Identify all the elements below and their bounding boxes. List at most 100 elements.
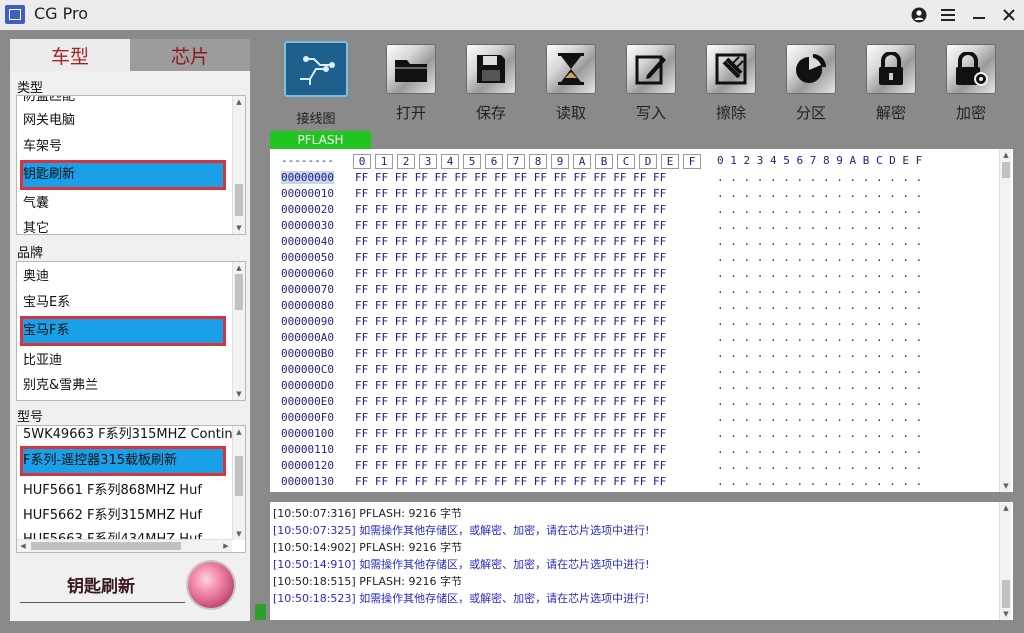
hex-ascii[interactable]: . . . . . . . . . . . . . . . . — [717, 171, 922, 184]
hex-ascii[interactable]: . . . . . . . . . . . . . . . . — [717, 203, 922, 216]
hex-ascii[interactable]: . . . . . . . . . . . . . . . . — [717, 235, 922, 248]
hex-bytes[interactable]: FF FF FF FF FF FF FF FF FF FF FF FF FF F… — [355, 331, 666, 344]
scroll-up-icon[interactable]: ▲ — [1000, 149, 1012, 161]
log-panel[interactable]: [10:50:07:316] PFLASH: 9216 字节 [10:50:07:… — [270, 502, 1013, 620]
hex-ascii[interactable]: . . . . . . . . . . . . . . . . — [717, 347, 922, 360]
tab-vehicle[interactable]: 车型 — [10, 39, 130, 71]
hex-column-header: 1 — [375, 154, 393, 169]
connection-status-icon — [255, 604, 266, 620]
hex-ascii[interactable]: . . . . . . . . . . . . . . . . — [717, 187, 922, 200]
hex-bytes[interactable]: FF FF FF FF FF FF FF FF FF FF FF FF FF F… — [355, 299, 666, 312]
hex-bytes[interactable]: FF FF FF FF FF FF FF FF FF FF FF FF FF F… — [355, 363, 666, 376]
model-hscrollbar[interactable]: ◀ ▶ — [17, 539, 232, 552]
hex-bytes[interactable]: FF FF FF FF FF FF FF FF FF FF FF FF FF F… — [355, 267, 666, 280]
hex-ascii[interactable]: . . . . . . . . . . . . . . . . — [717, 283, 922, 296]
scroll-thumb[interactable] — [31, 542, 181, 550]
list-item[interactable]: 车架号 — [20, 134, 226, 160]
hex-bytes[interactable]: FF FF FF FF FF FF FF FF FF FF FF FF FF F… — [355, 219, 666, 232]
encrypt-button[interactable]: 加密 — [941, 40, 1001, 130]
scroll-thumb[interactable] — [235, 184, 243, 216]
list-item[interactable]: HUF5661 F系列868MHZ Huf — [20, 478, 226, 504]
hex-bytes[interactable]: FF FF FF FF FF FF FF FF FF FF FF FF FF F… — [355, 283, 666, 296]
hex-ascii[interactable]: . . . . . . . . . . . . . . . . — [717, 411, 922, 424]
list-item[interactable]: 宝马E系 — [20, 290, 226, 316]
hex-ascii[interactable]: . . . . . . . . . . . . . . . . — [717, 459, 922, 472]
hex-ascii[interactable]: . . . . . . . . . . . . . . . . — [717, 379, 922, 392]
close-icon[interactable] — [998, 4, 1020, 26]
partition-button[interactable]: 分区 — [781, 40, 841, 130]
list-item-selected[interactable]: 钥匙刷新 — [20, 160, 226, 190]
menu-icon[interactable] — [937, 4, 959, 26]
hex-bytes[interactable]: FF FF FF FF FF FF FF FF FF FF FF FF FF F… — [355, 443, 666, 456]
hex-bytes[interactable]: FF FF FF FF FF FF FF FF FF FF FF FF FF F… — [355, 379, 666, 392]
hex-bytes[interactable]: FF FF FF FF FF FF FF FF FF FF FF FF FF F… — [355, 347, 666, 360]
hex-ascii[interactable]: . . . . . . . . . . . . . . . . — [717, 443, 922, 456]
scroll-thumb[interactable] — [1002, 162, 1010, 178]
run-button[interactable] — [188, 562, 234, 608]
hex-bytes[interactable]: FF FF FF FF FF FF FF FF FF FF FF FF FF F… — [355, 203, 666, 216]
scroll-down-icon[interactable]: ▼ — [233, 388, 245, 400]
list-item[interactable]: 网关电脑 — [20, 108, 226, 134]
read-button[interactable]: 读取 — [541, 40, 601, 130]
minimize-icon[interactable] — [968, 4, 990, 26]
scroll-thumb[interactable] — [235, 456, 243, 496]
hex-ascii[interactable]: . . . . . . . . . . . . . . . . — [717, 267, 922, 280]
hex-bytes[interactable]: FF FF FF FF FF FF FF FF FF FF FF FF FF F… — [355, 251, 666, 264]
hex-bytes[interactable]: FF FF FF FF FF FF FF FF FF FF FF FF FF F… — [355, 187, 666, 200]
scroll-down-icon[interactable]: ▼ — [1000, 608, 1012, 620]
open-button[interactable]: 打开 — [381, 40, 441, 130]
list-item[interactable]: 其它 — [20, 216, 226, 234]
hex-ascii[interactable]: . . . . . . . . . . . . . . . . — [717, 251, 922, 264]
scroll-thumb[interactable] — [235, 274, 243, 310]
scroll-right-icon[interactable]: ▶ — [220, 540, 232, 552]
hex-ascii[interactable]: . . . . . . . . . . . . . . . . — [717, 363, 922, 376]
scroll-left-icon[interactable]: ◀ — [17, 540, 29, 552]
scroll-up-icon[interactable]: ▲ — [233, 96, 245, 108]
scroll-up-icon[interactable]: ▲ — [233, 262, 245, 274]
hex-ascii[interactable]: . . . . . . . . . . . . . . . . — [717, 395, 922, 408]
decrypt-button[interactable]: 解密 — [861, 40, 921, 130]
brand-scrollbar[interactable]: ▲ ▼ — [232, 262, 245, 400]
hex-bytes[interactable]: FF FF FF FF FF FF FF FF FF FF FF FF FF F… — [355, 475, 666, 488]
user-icon[interactable] — [908, 4, 930, 26]
list-item[interactable]: 奥迪 — [20, 264, 226, 290]
hex-bytes[interactable]: FF FF FF FF FF FF FF FF FF FF FF FF FF F… — [355, 427, 666, 440]
type-scrollbar[interactable]: ▲ ▼ — [232, 96, 245, 234]
hex-bytes[interactable]: FF FF FF FF FF FF FF FF FF FF FF FF FF F… — [355, 411, 666, 424]
hex-bytes[interactable]: FF FF FF FF FF FF FF FF FF FF FF FF FF F… — [355, 235, 666, 248]
wiring-diagram-button[interactable]: 接线图 — [270, 40, 348, 130]
hex-ascii[interactable]: . . . . . . . . . . . . . . . . — [717, 475, 922, 488]
hex-bytes[interactable]: FF FF FF FF FF FF FF FF FF FF FF FF FF F… — [355, 459, 666, 472]
hex-ascii[interactable]: . . . . . . . . . . . . . . . . — [717, 299, 922, 312]
hex-ascii[interactable]: . . . . . . . . . . . . . . . . — [717, 315, 922, 328]
erase-button[interactable]: 擦除 — [701, 40, 761, 130]
scroll-up-icon[interactable]: ▲ — [233, 426, 245, 438]
hex-column-header: 7 — [507, 154, 525, 169]
hex-ascii[interactable]: . . . . . . . . . . . . . . . . — [717, 331, 922, 344]
tab-pflash[interactable]: PFLASH — [270, 131, 371, 149]
scroll-down-icon[interactable]: ▼ — [233, 222, 245, 234]
scroll-down-icon[interactable]: ▼ — [233, 528, 245, 540]
list-item[interactable]: 比亚迪 — [20, 348, 226, 374]
hex-bytes[interactable]: FF FF FF FF FF FF FF FF FF FF FF FF FF F… — [355, 315, 666, 328]
scroll-up-icon[interactable]: ▲ — [1000, 502, 1012, 514]
hex-bytes[interactable]: FF FF FF FF FF FF FF FF FF FF FF FF FF F… — [355, 395, 666, 408]
list-item[interactable]: 气囊 — [20, 191, 226, 217]
list-item-selected[interactable]: 宝马F系 — [20, 316, 226, 346]
scroll-thumb[interactable] — [1002, 580, 1010, 608]
log-scrollbar[interactable]: ▲ ▼ — [999, 502, 1011, 620]
list-item[interactable]: 5WK49663 F系列315MHZ Continental — [20, 426, 238, 448]
hex-ascii[interactable]: . . . . . . . . . . . . . . . . — [717, 219, 922, 232]
hex-ascii[interactable]: . . . . . . . . . . . . . . . . — [717, 427, 922, 440]
hex-editor[interactable]: -------- 0123456789ABCDEF 0 1 2 3 4 5 6 … — [270, 149, 1013, 492]
hex-scrollbar[interactable]: ▲ ▼ — [999, 149, 1011, 492]
model-scrollbar[interactable]: ▲ ▼ — [232, 426, 245, 540]
list-item-selected[interactable]: F系列-遥控器315载板刷新 — [20, 446, 226, 476]
hex-bytes[interactable]: FF FF FF FF FF FF FF FF FF FF FF FF FF F… — [355, 171, 666, 184]
tab-chip[interactable]: 芯片 — [130, 39, 250, 71]
write-button[interactable]: 写入 — [621, 40, 681, 130]
scroll-down-icon[interactable]: ▼ — [1000, 480, 1012, 492]
save-button[interactable]: 保存 — [461, 40, 521, 130]
list-item[interactable]: 别克&雪弗兰 — [20, 373, 226, 399]
list-item[interactable]: HUF5662 F系列315MHZ Huf — [20, 503, 226, 529]
